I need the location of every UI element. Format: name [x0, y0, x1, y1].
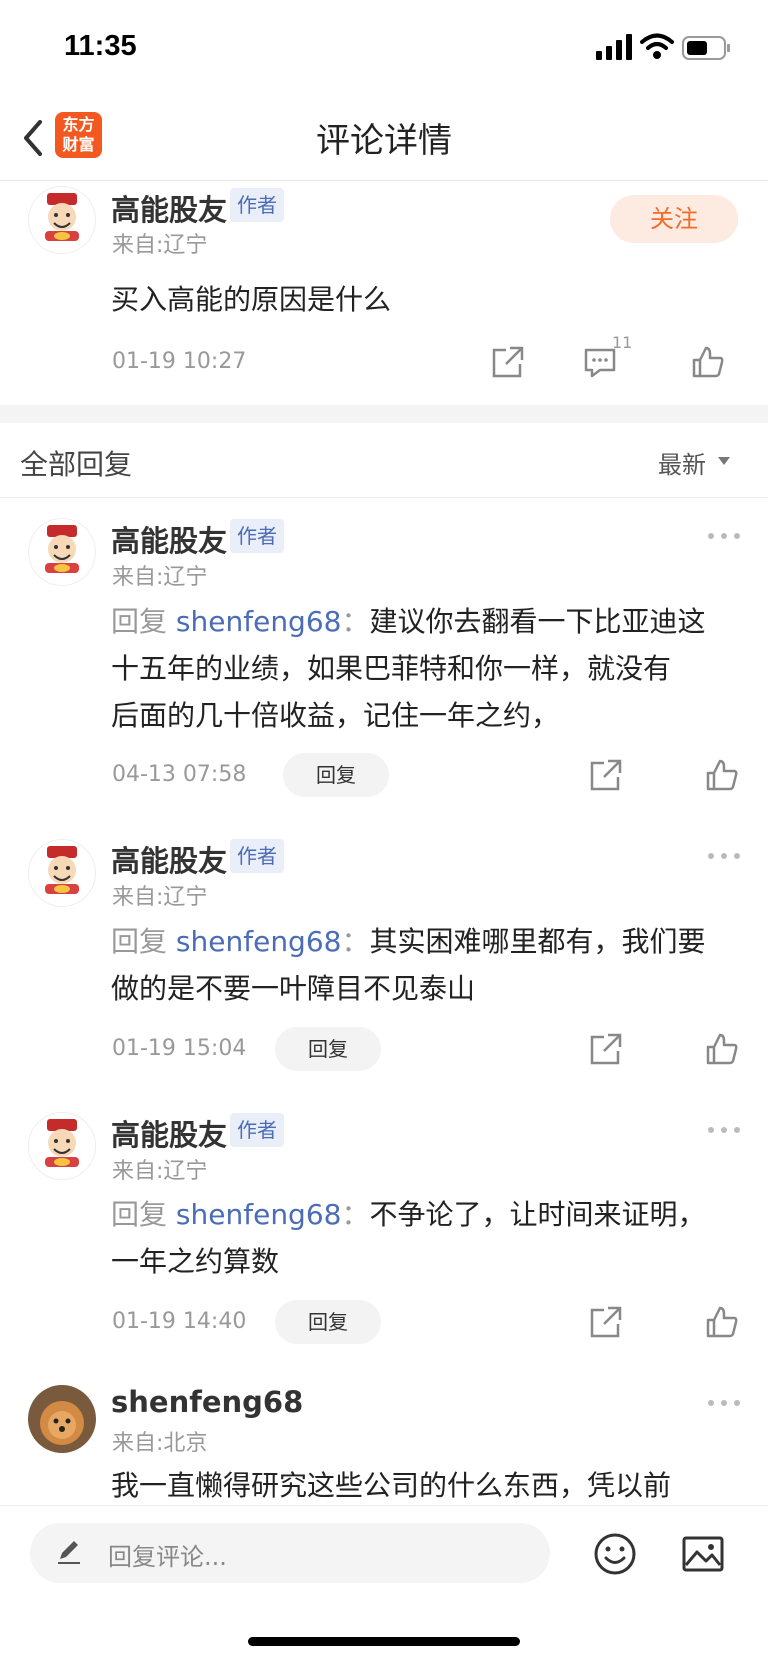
share-icon[interactable]: [588, 757, 624, 793]
page-title: 评论详情: [316, 121, 452, 161]
more-options-icon[interactable]: [706, 1398, 742, 1408]
comment-text: 买入高能的原因是什么: [111, 283, 392, 316]
image-icon[interactable]: [680, 1531, 726, 1577]
share-icon[interactable]: [588, 1031, 624, 1067]
pencil-icon: [58, 1541, 80, 1564]
reply-text-line: 建议你去翻看一下比亚迪这: [369, 605, 706, 638]
reply-text: 回复 shenfeng68：不争论了，让时间来证明， 一年之约算数: [111, 1191, 706, 1285]
section-divider: [0, 405, 768, 423]
username[interactable]: shenfeng68: [111, 1385, 303, 1419]
like-icon[interactable]: [690, 344, 726, 380]
author-badge: 作者: [230, 188, 284, 222]
username[interactable]: 高能股友: [111, 838, 227, 880]
reply-text-line: 回复 shenfeng68：建议你去翻看一下比亚迪这: [111, 598, 706, 645]
caishen-avatar-icon: [45, 193, 79, 241]
reply-to-user[interactable]: shenfeng68: [176, 925, 342, 958]
reply-text: 回复 shenfeng68：建议你去翻看一下比亚迪这 十五年的业绩，如果巴菲特和…: [111, 598, 706, 739]
follow-button[interactable]: 关注: [610, 195, 738, 243]
reply-timestamp: 01-19 15:04: [112, 1036, 247, 1061]
avatar[interactable]: [28, 518, 96, 586]
author-badge: 作者: [230, 1113, 284, 1147]
all-replies-title: 全部回复: [20, 448, 133, 481]
nav-bar: 东方财富 评论详情: [0, 100, 768, 181]
reply-to-user[interactable]: shenfeng68: [176, 605, 342, 638]
reply-prefix: 回复: [111, 605, 168, 638]
like-icon[interactable]: [704, 1031, 740, 1067]
like-icon[interactable]: [704, 757, 740, 793]
dog-avatar-icon: [28, 1385, 96, 1453]
signal-icon: [596, 34, 632, 60]
reply-prefix: 回复: [111, 1198, 168, 1231]
reply-count: 11: [612, 333, 633, 352]
divider: [0, 497, 768, 498]
status-time: 11:35: [64, 30, 137, 62]
reply-text-line: 后面的几十倍收益，记住一年之约，: [111, 699, 560, 732]
location-label: 来自:辽宁: [112, 1159, 208, 1184]
sort-dropdown[interactable]: 最新: [658, 445, 706, 480]
location-label: 来自:辽宁: [112, 885, 208, 910]
caishen-avatar-icon: [45, 1119, 79, 1167]
avatar[interactable]: [28, 1112, 96, 1180]
share-icon[interactable]: [490, 344, 526, 380]
reply-input-placeholder: 回复评论...: [108, 1543, 227, 1571]
more-options-icon[interactable]: [706, 851, 742, 861]
like-icon[interactable]: [704, 1304, 740, 1340]
location-label: 来自:辽宁: [112, 565, 208, 590]
home-indicator: [248, 1637, 520, 1646]
reply-timestamp: 01-19 14:40: [112, 1309, 247, 1334]
reply-colon: ：: [341, 925, 370, 958]
reply-to-user[interactable]: shenfeng68: [176, 1198, 342, 1231]
more-options-icon[interactable]: [706, 531, 742, 541]
username[interactable]: 高能股友: [111, 187, 227, 229]
avatar[interactable]: [28, 1385, 96, 1453]
reply-button[interactable]: 回复: [275, 1300, 381, 1344]
author-badge: 作者: [230, 519, 284, 553]
avatar[interactable]: [28, 186, 96, 254]
reply-timestamp: 04-13 07:58: [112, 762, 247, 787]
bottom-bar: 回复评论...: [0, 1505, 768, 1664]
reply-text-line: 十五年的业绩，如果巴菲特和你一样，就没有: [111, 652, 672, 685]
reply-text-line: 回复 shenfeng68：其实困难哪里都有，我们要: [111, 918, 706, 965]
reply-text: 我一直懒得研究这些公司的什么东西，凭以前: [111, 1469, 672, 1502]
reply-text-line: 回复 shenfeng68：不争论了，让时间来证明，: [111, 1191, 706, 1238]
location-label: 来自:北京: [112, 1431, 208, 1456]
reply-text-line: 不争论了，让时间来证明，: [369, 1198, 706, 1231]
reply-button[interactable]: 回复: [275, 1027, 381, 1071]
share-icon[interactable]: [588, 1304, 624, 1340]
reply-text-line: 做的是不要一叶障目不见泰山: [111, 972, 476, 1005]
author-badge: 作者: [230, 839, 284, 873]
battery-icon: [682, 36, 730, 60]
reply-input[interactable]: 回复评论...: [30, 1523, 550, 1583]
avatar[interactable]: [28, 839, 96, 907]
reply-text: 回复 shenfeng68：其实困难哪里都有，我们要 做的是不要一叶障目不见泰山: [111, 918, 706, 1012]
caret-down-icon[interactable]: [718, 457, 730, 465]
reply-colon: ：: [341, 1198, 370, 1231]
reply-text-line: 一年之约算数: [111, 1245, 280, 1278]
caishen-avatar-icon: [45, 525, 79, 573]
reply-prefix: 回复: [111, 925, 168, 958]
reply-colon: ：: [341, 605, 370, 638]
status-bar: 11:35: [0, 0, 768, 100]
reply-text-line: 其实困难哪里都有，我们要: [369, 925, 706, 958]
emoji-icon[interactable]: [592, 1531, 638, 1577]
caishen-avatar-icon: [45, 846, 79, 894]
wifi-icon: [640, 33, 674, 59]
more-options-icon[interactable]: [706, 1125, 742, 1135]
comment-timestamp: 01-19 10:27: [112, 349, 247, 374]
username[interactable]: 高能股友: [111, 1112, 227, 1154]
location-label: 来自:辽宁: [112, 233, 208, 258]
username[interactable]: 高能股友: [111, 518, 227, 560]
reply-button[interactable]: 回复: [283, 753, 389, 797]
